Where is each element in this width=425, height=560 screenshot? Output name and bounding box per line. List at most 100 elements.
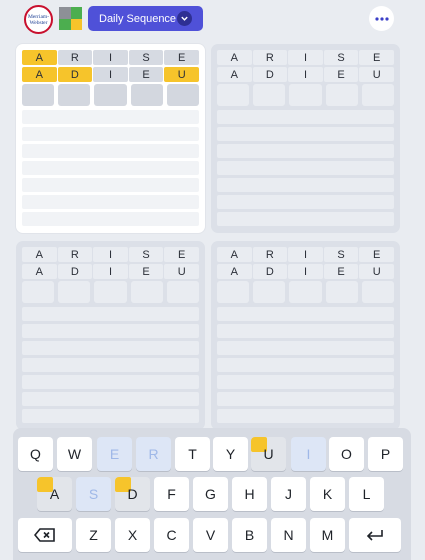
letter-tile: E (323, 67, 359, 82)
empty-row (22, 375, 199, 389)
empty-row (22, 392, 199, 406)
header-bar: Merriam- Webster Daily Sequence (0, 0, 425, 38)
key-j[interactable]: J (271, 477, 306, 511)
mw-logo-icon[interactable]: Merriam- Webster (24, 5, 53, 34)
letter-tile: A (22, 67, 57, 82)
empty-row (217, 307, 394, 321)
letter-tile: A (22, 50, 57, 65)
letter-tile: D (57, 67, 93, 82)
key-z[interactable]: Z (76, 518, 111, 552)
backspace-icon (34, 528, 55, 542)
input-cell (289, 281, 322, 303)
key-o[interactable]: O (329, 437, 364, 471)
key-a[interactable]: A (37, 477, 72, 511)
empty-row (22, 144, 199, 158)
key-label: Q (30, 446, 41, 462)
key-label: E (109, 446, 120, 462)
empty-rows (217, 307, 394, 426)
board-2[interactable]: ARISEADIEU (211, 44, 400, 233)
board-1[interactable]: ARISE ADIEU (16, 44, 205, 233)
key-e[interactable]: E (97, 437, 132, 471)
key-label: R (148, 446, 159, 462)
guess-rows: ARISEADIEU (211, 247, 400, 303)
guess-row: ARISE (211, 247, 400, 262)
empty-row (217, 392, 394, 406)
key-w[interactable]: W (57, 437, 92, 471)
key-i[interactable]: I (291, 437, 326, 471)
letter-tile: E (164, 247, 199, 262)
letter-tile: I (288, 247, 323, 262)
input-cell (325, 84, 358, 106)
empty-row (217, 161, 394, 175)
empty-row (217, 409, 394, 423)
key-l[interactable]: L (349, 477, 384, 511)
key-label: B (244, 527, 255, 543)
key-m[interactable]: M (310, 518, 345, 552)
key-label: V (205, 527, 216, 543)
key-label: T (188, 446, 197, 462)
mode-label: Daily Sequence (99, 12, 177, 25)
key-y[interactable]: Y (213, 437, 248, 471)
key-r[interactable]: R (136, 437, 171, 471)
key-label: H (244, 486, 255, 502)
letter-tile: I (93, 50, 128, 65)
key-d[interactable]: D (115, 477, 150, 511)
more-options-button[interactable] (369, 6, 394, 31)
letter-tile: U (359, 67, 394, 82)
key-g[interactable]: G (193, 477, 228, 511)
letter-tile: I (93, 264, 128, 279)
key-x[interactable]: X (115, 518, 150, 552)
key-v[interactable]: V (193, 518, 228, 552)
guess-row: ADIEU (16, 264, 205, 279)
empty-row (217, 212, 394, 226)
key-b[interactable]: B (232, 518, 267, 552)
board-4[interactable]: ARISEADIEU (211, 241, 400, 430)
key-u[interactable]: U (251, 437, 286, 471)
input-cell (130, 281, 163, 303)
enter-key[interactable] (349, 518, 401, 552)
letter-tile: E (323, 264, 359, 279)
key-label: G (205, 486, 216, 502)
key-c[interactable]: C (154, 518, 189, 552)
backspace-key[interactable] (18, 518, 72, 552)
key-label: U (263, 446, 274, 462)
letter-tile: U (359, 264, 394, 279)
board-3[interactable]: ARISEADIEU (16, 241, 205, 430)
empty-row (22, 307, 199, 321)
quordle-icon[interactable] (59, 7, 82, 30)
empty-row (22, 178, 199, 192)
letter-tile: S (323, 247, 359, 262)
letter-tile: D (57, 264, 93, 279)
empty-row (217, 144, 394, 158)
empty-row (22, 409, 199, 423)
key-label: L (362, 486, 371, 502)
key-s[interactable]: S (76, 477, 111, 511)
empty-row (217, 127, 394, 141)
key-q[interactable]: Q (18, 437, 53, 471)
letter-tile: D (252, 67, 288, 82)
empty-row (217, 341, 394, 355)
key-label: O (341, 446, 352, 462)
key-p[interactable]: P (368, 437, 403, 471)
key-label: J (285, 486, 292, 502)
key-k[interactable]: K (310, 477, 345, 511)
input-cell (130, 84, 163, 106)
letter-tile: A (217, 50, 252, 65)
mode-dropdown-button[interactable]: Daily Sequence (88, 6, 203, 31)
empty-row (22, 195, 199, 209)
letter-tile: U (164, 67, 199, 82)
key-h[interactable]: H (232, 477, 267, 511)
letter-tile: I (288, 264, 323, 279)
empty-row (22, 127, 199, 141)
key-label: S (88, 486, 99, 502)
key-label: K (322, 486, 333, 502)
key-t[interactable]: T (175, 437, 210, 471)
key-label: M (321, 527, 334, 543)
guess-row: ADIEU (16, 67, 205, 82)
key-f[interactable]: F (154, 477, 189, 511)
key-label: Y (225, 446, 236, 462)
input-cell (253, 84, 286, 106)
key-label: D (127, 486, 138, 502)
key-n[interactable]: N (271, 518, 306, 552)
guess-row: ARISE (16, 50, 205, 65)
